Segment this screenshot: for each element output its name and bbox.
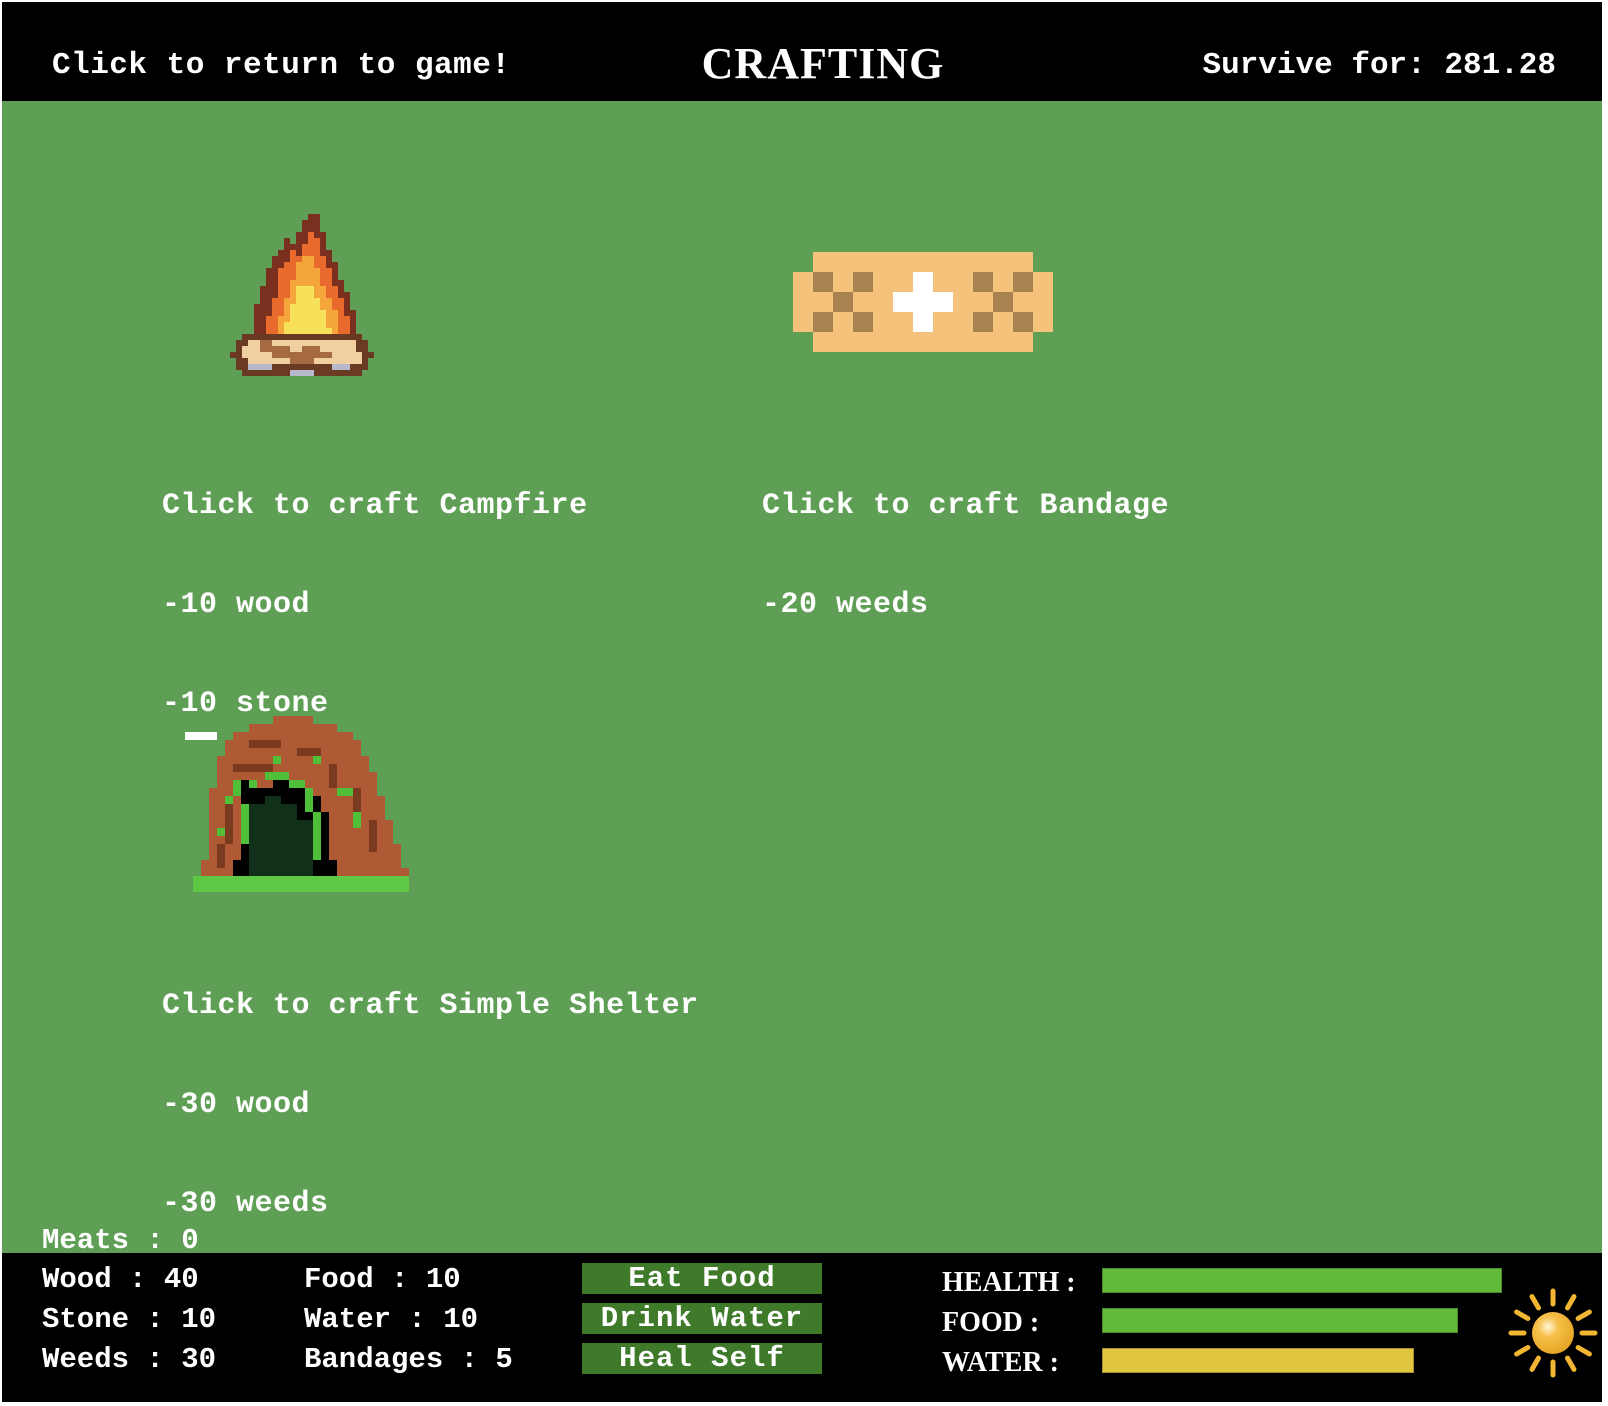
water-bar bbox=[1102, 1348, 1502, 1373]
food-bar-fill bbox=[1102, 1308, 1458, 1333]
sun-ray bbox=[1514, 1309, 1531, 1321]
recipe-title: Click to craft Simple Shelter bbox=[162, 989, 699, 1023]
craft-shelter-label[interactable]: Click to craft Simple Shelter -30 wood -… bbox=[162, 924, 699, 1287]
eat-food-button[interactable]: Eat Food bbox=[582, 1263, 822, 1294]
sun-ray bbox=[1529, 1294, 1541, 1311]
shelter-icon bbox=[185, 716, 409, 892]
recipe-cost: -30 wood bbox=[162, 1088, 311, 1122]
inventory-water: Water : 10 bbox=[304, 1303, 479, 1336]
recipe-title: Click to craft Campfire bbox=[162, 489, 588, 523]
sun-ray bbox=[1529, 1355, 1541, 1372]
sun-ray bbox=[1565, 1355, 1577, 1372]
water-bar-fill bbox=[1102, 1348, 1414, 1373]
inventory-wood: Wood : 40 bbox=[42, 1263, 199, 1296]
recipe-cost: -10 wood bbox=[162, 588, 311, 622]
craft-bandage-label[interactable]: Click to craft Bandage -20 weeds bbox=[762, 424, 1169, 688]
inventory-stone: Stone : 10 bbox=[42, 1303, 217, 1336]
health-bar bbox=[1102, 1268, 1502, 1293]
crafting-screen: Click to return to game! CRAFTING Surviv… bbox=[2, 2, 1602, 1402]
survive-timer: Survive for: 281.28 bbox=[1202, 48, 1556, 83]
header-bar: Click to return to game! CRAFTING Surviv… bbox=[2, 2, 1602, 101]
inventory-weeds: Weeds : 30 bbox=[42, 1343, 217, 1376]
campfire-icon bbox=[230, 214, 374, 376]
craft-campfire[interactable] bbox=[224, 213, 380, 389]
sun-ray bbox=[1514, 1345, 1531, 1357]
health-bar-fill bbox=[1102, 1268, 1502, 1293]
bandage-icon bbox=[793, 252, 1053, 352]
inventory-bandages: Bandages : 5 bbox=[304, 1343, 513, 1376]
sun-ray bbox=[1575, 1309, 1592, 1321]
water-label: WATER : bbox=[942, 1347, 1059, 1378]
health-label: HEALTH : bbox=[942, 1267, 1076, 1298]
sun-icon bbox=[1508, 1288, 1598, 1378]
food-bar bbox=[1102, 1308, 1502, 1333]
craft-bandage[interactable] bbox=[793, 252, 1053, 352]
drink-water-button[interactable]: Drink Water bbox=[582, 1303, 822, 1334]
inventory-bar: Wood : 40 Stone : 10 Weeds : 30 Food : 1… bbox=[2, 1253, 1602, 1402]
recipe-title: Click to craft Bandage bbox=[762, 489, 1170, 523]
recipe-cost: -20 weeds bbox=[762, 588, 929, 622]
sun-ray bbox=[1565, 1294, 1577, 1311]
food-label: FOOD : bbox=[942, 1307, 1040, 1338]
recipe-cost: -30 weeds bbox=[162, 1187, 329, 1221]
heal-self-button[interactable]: Heal Self bbox=[582, 1343, 822, 1374]
sun-ray bbox=[1575, 1345, 1592, 1357]
craft-shelter[interactable] bbox=[185, 716, 417, 892]
inventory-food: Food : 10 bbox=[304, 1263, 461, 1296]
